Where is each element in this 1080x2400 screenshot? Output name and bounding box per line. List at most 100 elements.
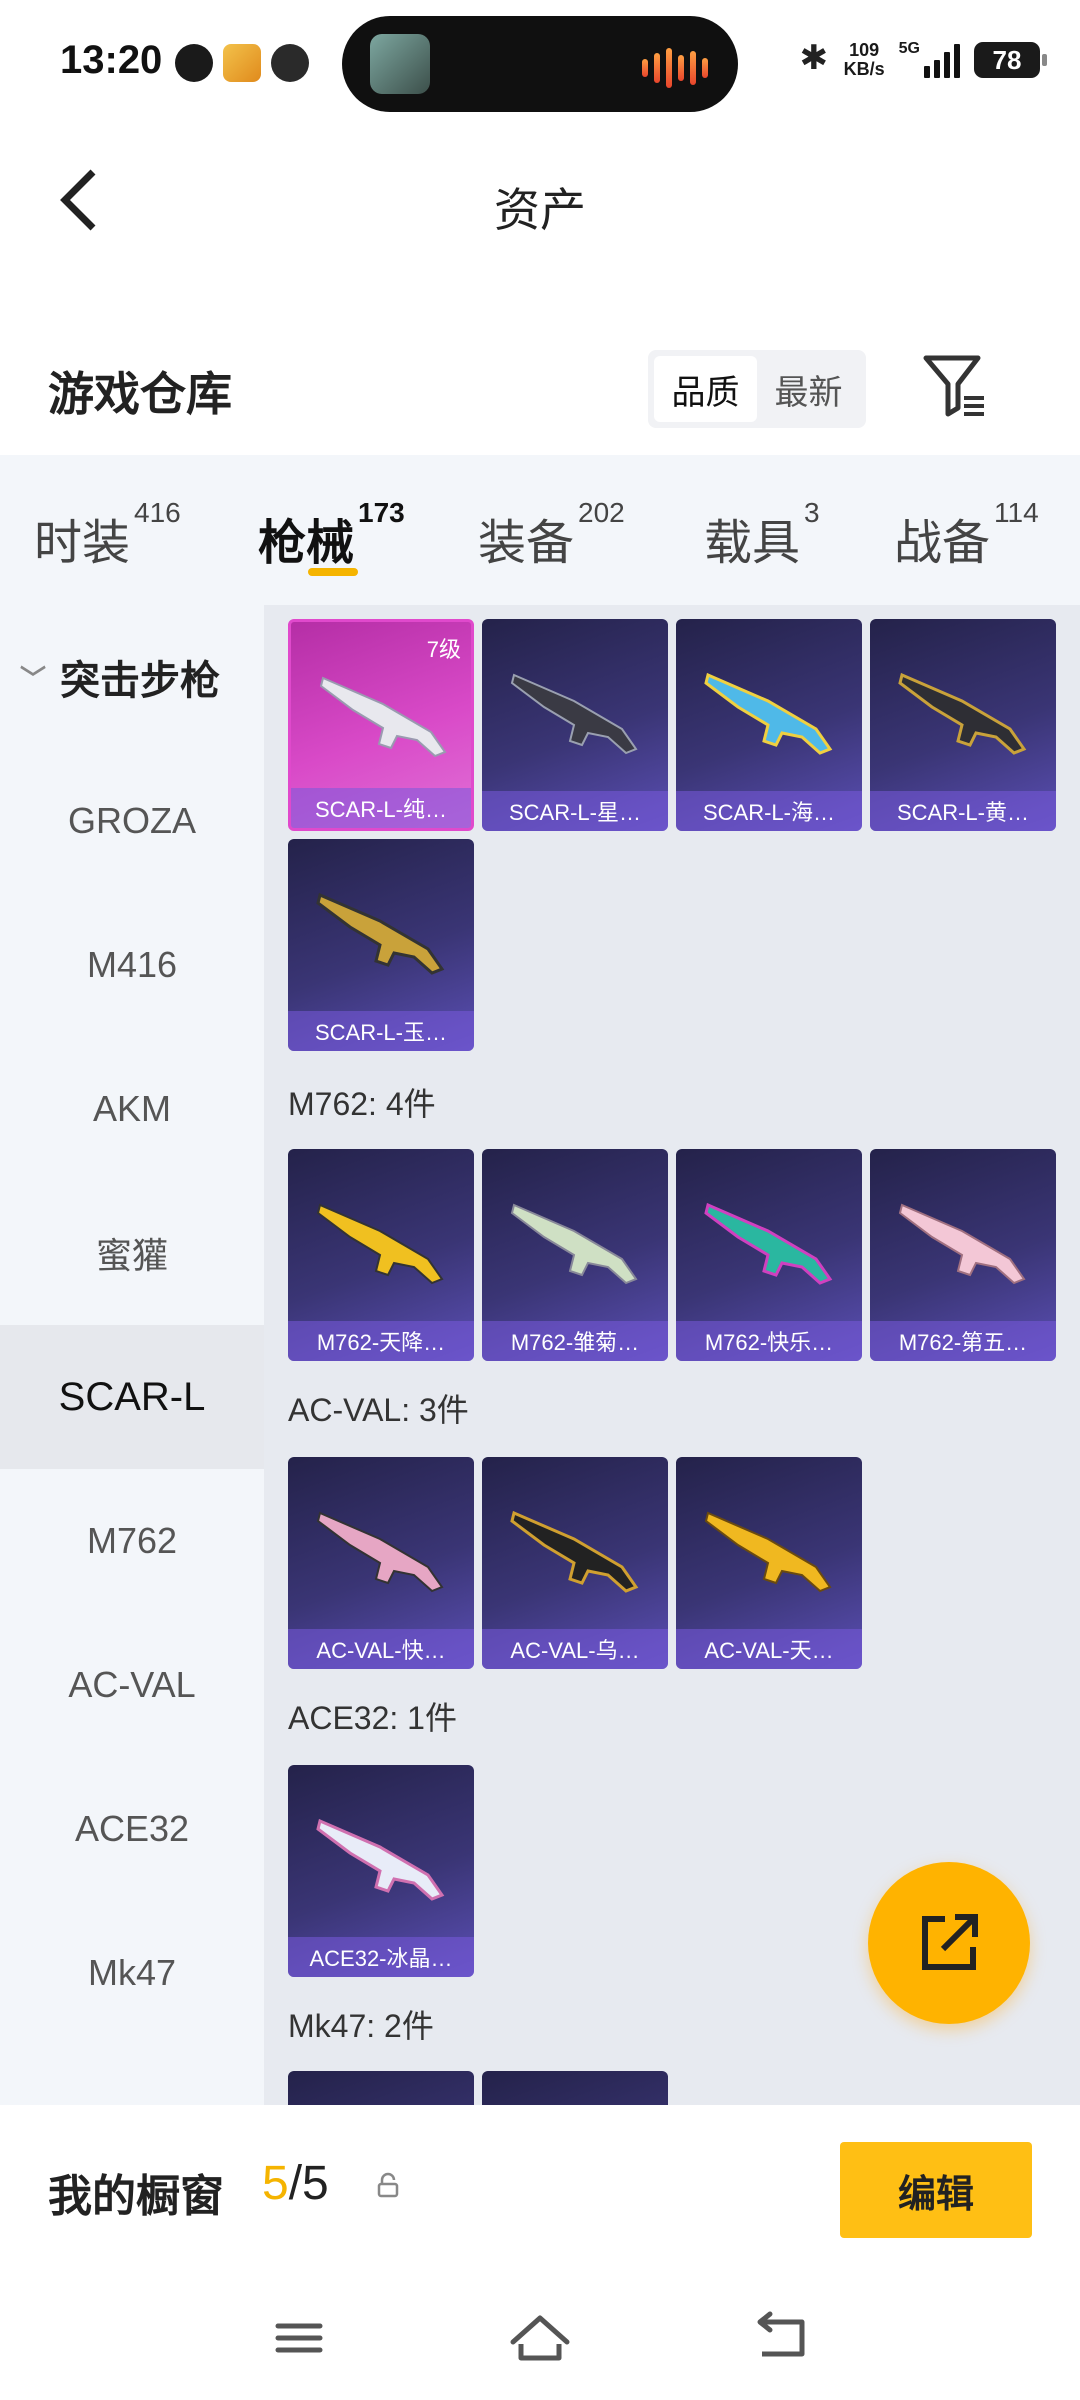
tab-label: 装备 bbox=[478, 517, 575, 570]
showcase-count: 5/5 bbox=[262, 2156, 329, 2211]
rifle-icon bbox=[704, 1202, 833, 1285]
sidebar-item-m762[interactable]: M762 bbox=[0, 1469, 264, 1613]
sidebar-group-label: 突击步枪 bbox=[60, 659, 221, 703]
rifle-icon bbox=[898, 672, 1027, 755]
item-card[interactable]: M762-快乐… bbox=[676, 1149, 862, 1361]
rifle-icon bbox=[319, 676, 447, 758]
home-icon[interactable] bbox=[505, 2308, 575, 2368]
wechat-icon bbox=[271, 44, 309, 82]
tab-count: 114 bbox=[994, 497, 1039, 528]
browser-icon bbox=[175, 44, 213, 82]
rifle-icon bbox=[316, 1511, 444, 1593]
tab-label: 战备 bbox=[894, 517, 991, 570]
sidebar-item-ac-val[interactable]: AC-VAL bbox=[0, 1613, 264, 1757]
tab-count: 3 bbox=[804, 497, 820, 528]
audio-wave-icon bbox=[642, 48, 708, 88]
status-indicators: 109 KB/s 5G 78 bbox=[800, 38, 1047, 80]
section-header-m762: M762: 4件 bbox=[288, 1086, 436, 1122]
rifle-icon bbox=[316, 1203, 444, 1285]
subcategory-sidebar: ﹀ 突击步枪 GROZA M416 AKM 蜜獾 SCAR-L M762 AC-V… bbox=[0, 605, 264, 2105]
item-label: SCAR-L-黄… bbox=[870, 791, 1056, 831]
share-fab-button[interactable] bbox=[868, 1862, 1030, 2024]
item-label: M762-快乐… bbox=[676, 1321, 862, 1361]
item-label: AC-VAL-乌… bbox=[482, 1629, 668, 1669]
media-cover-icon bbox=[370, 34, 430, 94]
filter-icon[interactable] bbox=[922, 352, 986, 422]
item-card[interactable]: SCAR-L-星… bbox=[482, 619, 668, 831]
network-type: 5G bbox=[898, 40, 920, 57]
item-card[interactable]: 7级 SCAR-L-纯… bbox=[288, 619, 474, 831]
sidebar-group-assault-rifles[interactable]: ﹀ 突击步枪 bbox=[0, 605, 264, 749]
item-card[interactable]: AC-VAL-快… bbox=[288, 1457, 474, 1669]
rifle-icon bbox=[704, 1511, 832, 1593]
status-time: 13:20 bbox=[60, 38, 163, 82]
chevron-down-icon: ﹀ bbox=[20, 663, 47, 694]
item-label: AC-VAL-天… bbox=[676, 1629, 862, 1669]
sort-newest-button[interactable]: 最新 bbox=[757, 356, 860, 422]
active-tab-indicator bbox=[308, 568, 358, 576]
tab-label: 枪械 bbox=[258, 517, 355, 570]
item-label: M762-天降… bbox=[288, 1321, 474, 1361]
sidebar-item-honey-badger[interactable]: 蜜獾 bbox=[0, 1181, 264, 1325]
tab-label: 载具 bbox=[704, 517, 801, 570]
section-header-ac-val: AC-VAL: 3件 bbox=[288, 1392, 469, 1428]
tab-supplies[interactable]: 战备114 bbox=[894, 497, 1039, 573]
bluetooth-icon bbox=[800, 38, 830, 80]
back-nav-icon[interactable] bbox=[746, 2308, 816, 2368]
sidebar-item-akm[interactable]: AKM bbox=[0, 1037, 264, 1181]
item-card[interactable]: M762-天降… bbox=[288, 1149, 474, 1361]
tab-label: 时装 bbox=[34, 517, 131, 570]
item-card[interactable] bbox=[288, 2071, 474, 2105]
tab-count: 416 bbox=[134, 497, 181, 528]
status-bar: 13:20 109 KB/s 5G 78 bbox=[0, 0, 1080, 130]
section-header-mk47: Mk47: 2件 bbox=[288, 2008, 434, 2044]
item-card[interactable]: M762-雏菊… bbox=[482, 1149, 668, 1361]
showcase-total: /5 bbox=[288, 2157, 329, 2210]
rifle-icon bbox=[316, 892, 445, 975]
item-card[interactable]: SCAR-L-黄… bbox=[870, 619, 1056, 831]
sidebar-item-ace32[interactable]: ACE32 bbox=[0, 1757, 264, 1901]
warehouse-title: 游戏仓库 bbox=[48, 368, 232, 420]
tab-equipment[interactable]: 装备202 bbox=[478, 497, 625, 573]
edit-button[interactable]: 编辑 bbox=[840, 2142, 1032, 2238]
sidebar-item-scar-l[interactable]: SCAR-L bbox=[0, 1325, 264, 1469]
sidebar-item-groza[interactable]: GROZA bbox=[0, 749, 264, 893]
network-speed: 109 KB/s bbox=[844, 41, 885, 79]
sort-quality-button[interactable]: 品质 bbox=[654, 356, 757, 422]
external-link-icon bbox=[922, 1914, 978, 1970]
item-label: M762-雏菊… bbox=[482, 1321, 668, 1361]
item-card[interactable]: ACE32-冰晶… bbox=[288, 1765, 474, 1977]
rifle-icon bbox=[510, 1203, 638, 1285]
category-tabs: 时装416 枪械173 装备202 载具3 战备114 bbox=[0, 455, 1080, 605]
page-header: 资产 bbox=[0, 140, 1080, 260]
tab-fashion[interactable]: 时装416 bbox=[34, 497, 181, 573]
rifle-icon bbox=[704, 672, 833, 755]
item-card[interactable] bbox=[482, 2071, 668, 2105]
item-card[interactable]: SCAR-L-玉… bbox=[288, 839, 474, 1051]
item-label: ACE32-冰晶… bbox=[288, 1937, 474, 1977]
warehouse-header: 游戏仓库 品质 最新 bbox=[0, 330, 1080, 450]
item-card[interactable]: SCAR-L-海… bbox=[676, 619, 862, 831]
tab-vehicles[interactable]: 载具3 bbox=[704, 497, 820, 573]
rifle-icon bbox=[510, 673, 638, 755]
game-app-icon bbox=[223, 44, 261, 82]
battery-icon: 78 bbox=[974, 42, 1047, 78]
signal-icon: 5G bbox=[898, 40, 960, 78]
lock-icon bbox=[377, 2172, 399, 2198]
tab-count: 202 bbox=[578, 497, 625, 528]
dynamic-island[interactable] bbox=[342, 16, 738, 112]
sidebar-item-mk47[interactable]: Mk47 bbox=[0, 1901, 264, 2045]
item-label: SCAR-L-海… bbox=[676, 791, 862, 831]
sidebar-item-m416[interactable]: M416 bbox=[0, 893, 264, 1037]
item-card[interactable]: M762-第五… bbox=[870, 1149, 1056, 1361]
tab-count: 173 bbox=[358, 497, 405, 528]
item-label: SCAR-L-玉… bbox=[288, 1011, 474, 1051]
item-card[interactable]: AC-VAL-天… bbox=[676, 1457, 862, 1669]
showcase-current: 5 bbox=[262, 2157, 289, 2210]
showcase-bar: 我的橱窗 5/5 编辑 bbox=[0, 2110, 1080, 2280]
tab-weapons[interactable]: 枪械173 bbox=[258, 497, 405, 573]
menu-icon[interactable] bbox=[264, 2308, 334, 2368]
speed-value: 109 bbox=[849, 40, 880, 60]
speed-unit: KB/s bbox=[843, 59, 885, 79]
item-card[interactable]: AC-VAL-乌… bbox=[482, 1457, 668, 1669]
